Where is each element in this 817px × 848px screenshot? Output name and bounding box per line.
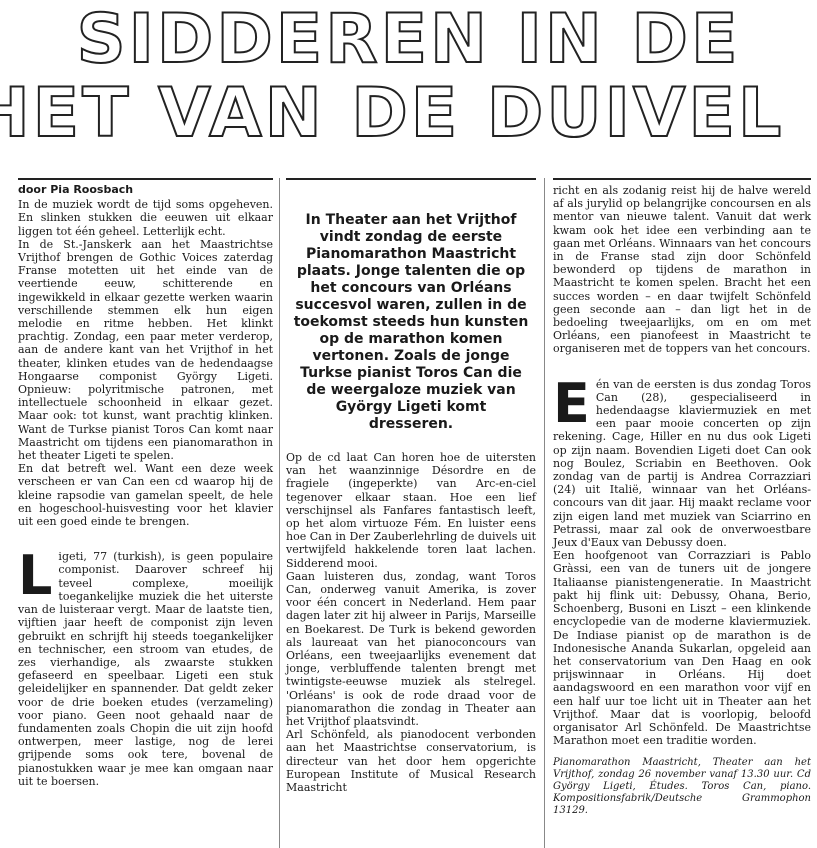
paragraph: én van de eersten is dus zondag Toros Ca… [553, 377, 811, 550]
paragraph: Op de cd laat Can horen hoe de uitersten… [286, 451, 536, 570]
lead-paragraph: In Theater aan het Vrijthof vindt zondag… [293, 212, 529, 432]
article-column-2: In Theater aan het Vrijthof vindt zondag… [286, 178, 536, 794]
paragraph: igeti, 77 (turkish), is geen populaire c… [18, 550, 273, 788]
paragraph: Gaan luisteren dus, zondag, want Toros C… [286, 569, 536, 729]
paragraph: En dat betreft wel. Want een deze week v… [18, 462, 273, 529]
headline-line-2: HET VAN DE DUIVEL [0, 74, 785, 153]
article-column-1: door Pia Roosbach In de muziek wordt de … [18, 178, 273, 788]
column-rule [286, 178, 536, 180]
event-credit: Pianomarathon Maastricht, Theater aan he… [553, 757, 811, 817]
paragraph: Arl Schönfeld, als pianodocent verbonden… [286, 728, 536, 795]
column-divider [544, 178, 545, 848]
column-divider [279, 178, 280, 848]
paragraph: In de muziek wordt de tijd soms opgeheve… [18, 198, 273, 238]
article-column-3: richt en als zodanig reist hij de halve … [553, 178, 811, 817]
paragraph-with-dropcap: L igeti, 77 (turkish), is geen populaire… [18, 544, 273, 788]
paragraph-with-dropcap: E én van de eersten is dus zondag Toros … [553, 371, 811, 550]
paragraph: richt en als zodanig reist hij de halve … [553, 184, 812, 356]
byline: door Pia Roosbach [18, 178, 273, 196]
headline-line-1: SIDDEREN IN DE [76, 0, 741, 79]
drop-cap: E [553, 371, 590, 435]
column-rule [553, 178, 811, 180]
paragraph: Een hoofgenoot van Corrazziari is Pablo … [553, 549, 811, 748]
paragraph: In de St.-Janskerk aan het Maastrichtse … [18, 237, 273, 463]
drop-cap: L [18, 544, 53, 608]
